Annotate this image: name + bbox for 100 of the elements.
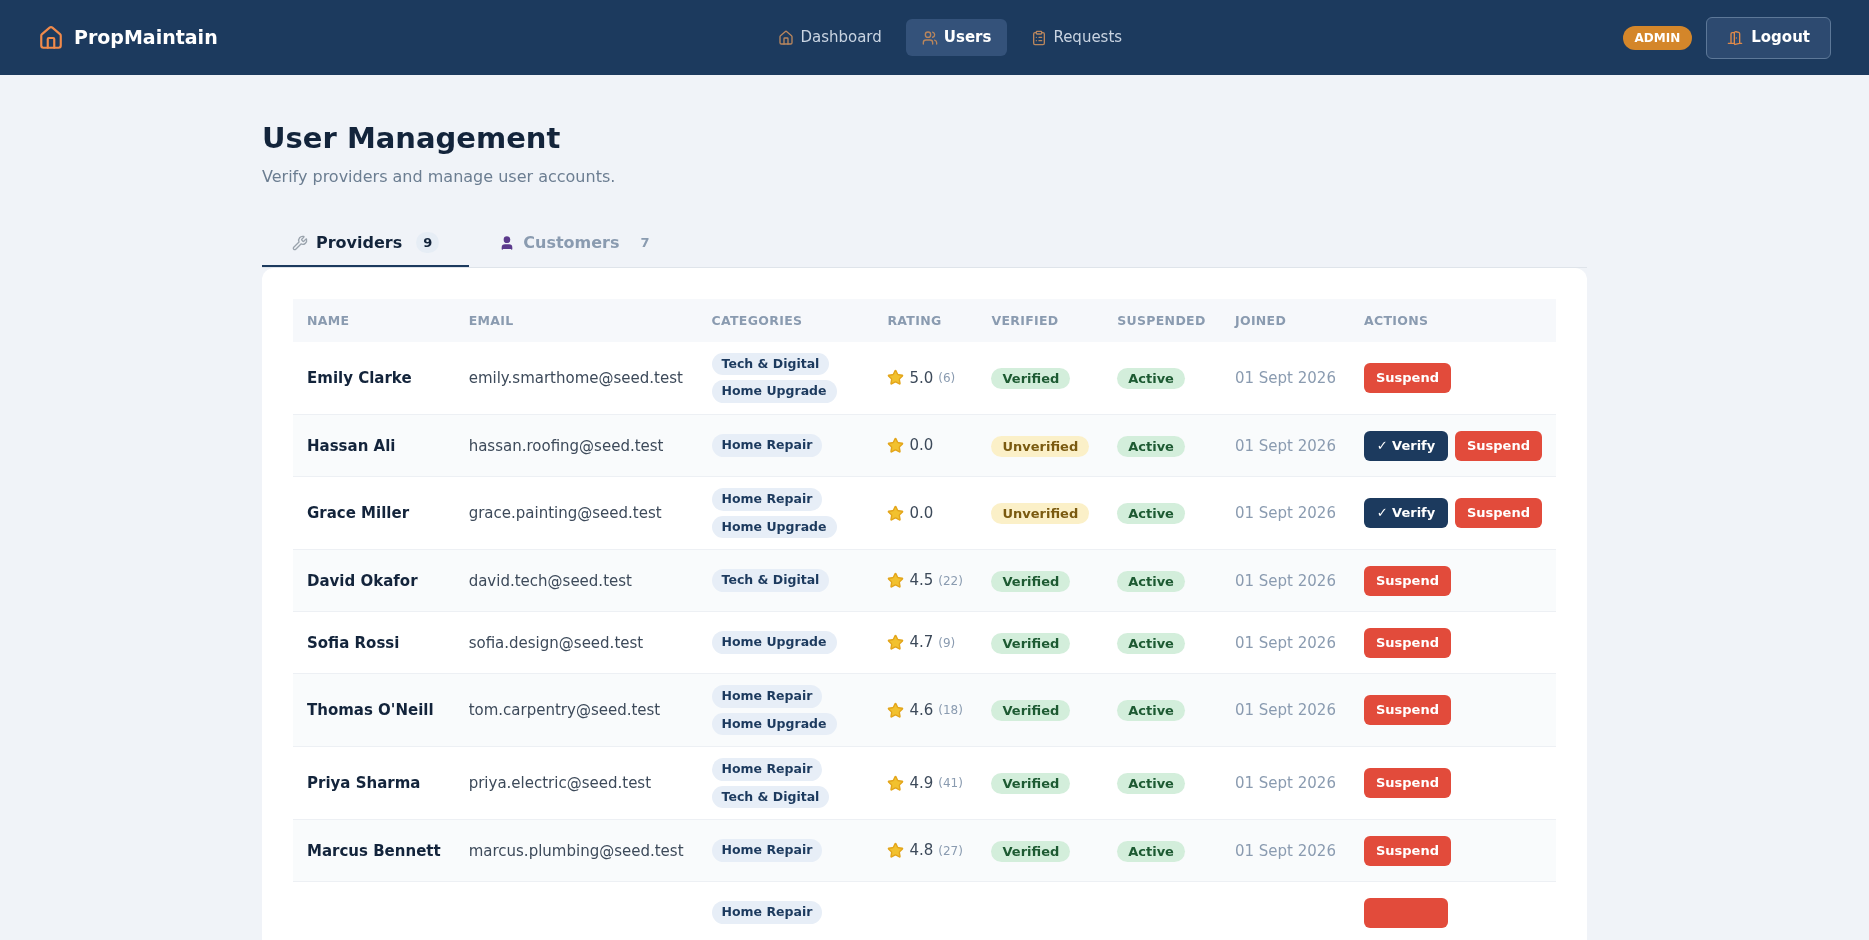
category-tag: Tech & Digital [711, 785, 830, 809]
verify-button[interactable]: ✓ Verify [1363, 498, 1448, 528]
user-name: Sofia Rossi [307, 633, 400, 652]
star-icon [887, 369, 905, 387]
nav-link[interactable]: Requests [1015, 19, 1139, 56]
rating-value: 5.0 [909, 367, 934, 389]
rating-value: 4.8 [909, 840, 934, 862]
column-header: VERIFIED [991, 313, 1059, 328]
star-icon [887, 634, 905, 651]
email: priya.electric@seed.test [468, 774, 652, 792]
status-badge: Active [1117, 632, 1185, 654]
page-subtitle: Verify providers and manage user accounts. [262, 165, 617, 188]
tab[interactable]: Providers 9 [262, 220, 470, 267]
email: tom.carpentry@seed.test [468, 701, 661, 719]
star-icon [887, 701, 905, 719]
category-tag: Home Repair [711, 487, 823, 511]
status-badge: Active [1117, 570, 1185, 592]
suspend-button[interactable]: Suspend [1363, 835, 1451, 866]
category-tag: Tech & Digital [711, 569, 830, 592]
page-title: User Management [262, 120, 562, 157]
category-tag: Home Upgrade [711, 712, 837, 736]
verification-badge: Verified [991, 367, 1071, 389]
user-name: Thomas O'Neill [307, 701, 434, 719]
category-tag: Home Repair [711, 757, 823, 781]
email: marcus.plumbing@seed.test [468, 841, 684, 860]
user-name: David Okafor [307, 571, 418, 590]
category-tag: Home Repair [711, 684, 823, 708]
role-badge: ADMIN [1622, 25, 1693, 50]
column-header: SUSPENDED [1117, 313, 1206, 328]
status-badge: Active [1117, 840, 1185, 862]
house-icon [38, 24, 64, 51]
email: hassan.roofing@seed.test [468, 436, 664, 455]
joined-date: 01 Sept 2026 [1235, 571, 1336, 590]
rating-value: 4.7 [909, 632, 934, 654]
column-header: RATING [887, 313, 942, 328]
rating-value: 0.0 [909, 435, 934, 457]
star-icon [887, 437, 905, 454]
user-name: Priya Sharma [307, 774, 421, 792]
suspend-button[interactable]: Suspend [1363, 695, 1451, 725]
verify-button[interactable]: ✓ Verify [1363, 430, 1448, 461]
user-name: Hassan Ali [307, 436, 396, 455]
count-label: 7 [639, 233, 651, 252]
logout-button[interactable]: Logout [1706, 16, 1831, 59]
verification-badge: Unverified [991, 435, 1090, 457]
column-header: ACTIONS [1363, 313, 1429, 328]
star-icon [887, 572, 905, 589]
suspend-button[interactable]: Suspend [1454, 498, 1542, 528]
status-badge: Active [1117, 435, 1185, 457]
status-badge: Active [1117, 773, 1185, 794]
status-badge: Active [1117, 700, 1185, 721]
review-count: (6) [938, 369, 956, 387]
column-header: JOINED [1235, 313, 1287, 328]
joined-date: 01 Sept 2026 [1235, 504, 1336, 522]
column-header: CATEGORIES [711, 313, 803, 328]
suspend-button[interactable]: Suspend [1363, 768, 1451, 798]
verification-badge: Verified [991, 700, 1071, 721]
tab[interactable]: Customers 7 [469, 220, 687, 267]
verification-badge: Unverified [991, 503, 1090, 524]
nav-link[interactable]: Dashboard [762, 19, 898, 56]
user-name: Emily Clarke [307, 368, 412, 387]
category-tag: Home Repair [711, 901, 823, 924]
suspend-button[interactable]: Suspend [1363, 627, 1451, 658]
category-tag: Home Upgrade [711, 380, 837, 403]
email: sofia.design@seed.test [468, 633, 644, 652]
status-badge: Active [1117, 367, 1185, 389]
joined-date: 01 Sept 2026 [1235, 774, 1336, 792]
column-header: EMAIL [468, 313, 514, 328]
wrench-icon [292, 234, 308, 251]
user-name: Marcus Bennett [307, 841, 441, 860]
email: emily.smarthome@seed.test [468, 368, 683, 387]
joined-date: 01 Sept 2026 [1235, 436, 1336, 455]
joined-date: 01 Sept 2026 [1235, 841, 1336, 860]
verification-badge: Verified [991, 840, 1071, 862]
verification-badge: Verified [991, 632, 1071, 654]
verification-badge: Verified [991, 570, 1071, 592]
suspend-button[interactable]: Suspend [1363, 565, 1451, 596]
joined-date: 01 Sept 2026 [1235, 368, 1336, 387]
star-icon [887, 504, 905, 522]
suspend-button[interactable]: Suspend [1454, 430, 1542, 461]
count-badge: 9 [416, 231, 440, 254]
review-count: (9) [938, 634, 956, 652]
nav-link[interactable]: Users [905, 19, 1008, 56]
category-tag: Tech & Digital [711, 352, 830, 376]
email: grace.painting@seed.test [468, 504, 662, 522]
brand-name: PropMaintain [74, 25, 218, 51]
category-tag: Home Repair [711, 434, 823, 457]
review-count: (18) [938, 702, 963, 719]
suspend-button[interactable] [1363, 897, 1448, 928]
suspend-button[interactable]: Suspend [1363, 362, 1451, 393]
rating-value: 4.5 [909, 570, 934, 592]
category-tag: Home Upgrade [711, 515, 837, 539]
rating-value: 4.6 [909, 699, 934, 721]
category-tag: Home Repair [711, 839, 823, 862]
joined-date: 01 Sept 2026 [1235, 633, 1336, 652]
star-icon [887, 842, 905, 859]
rating-value: 4.9 [909, 772, 934, 794]
status-badge: Active [1117, 503, 1185, 524]
house-icon [778, 29, 795, 46]
review-count: (41) [938, 775, 963, 792]
clipboard-icon [1031, 29, 1048, 46]
